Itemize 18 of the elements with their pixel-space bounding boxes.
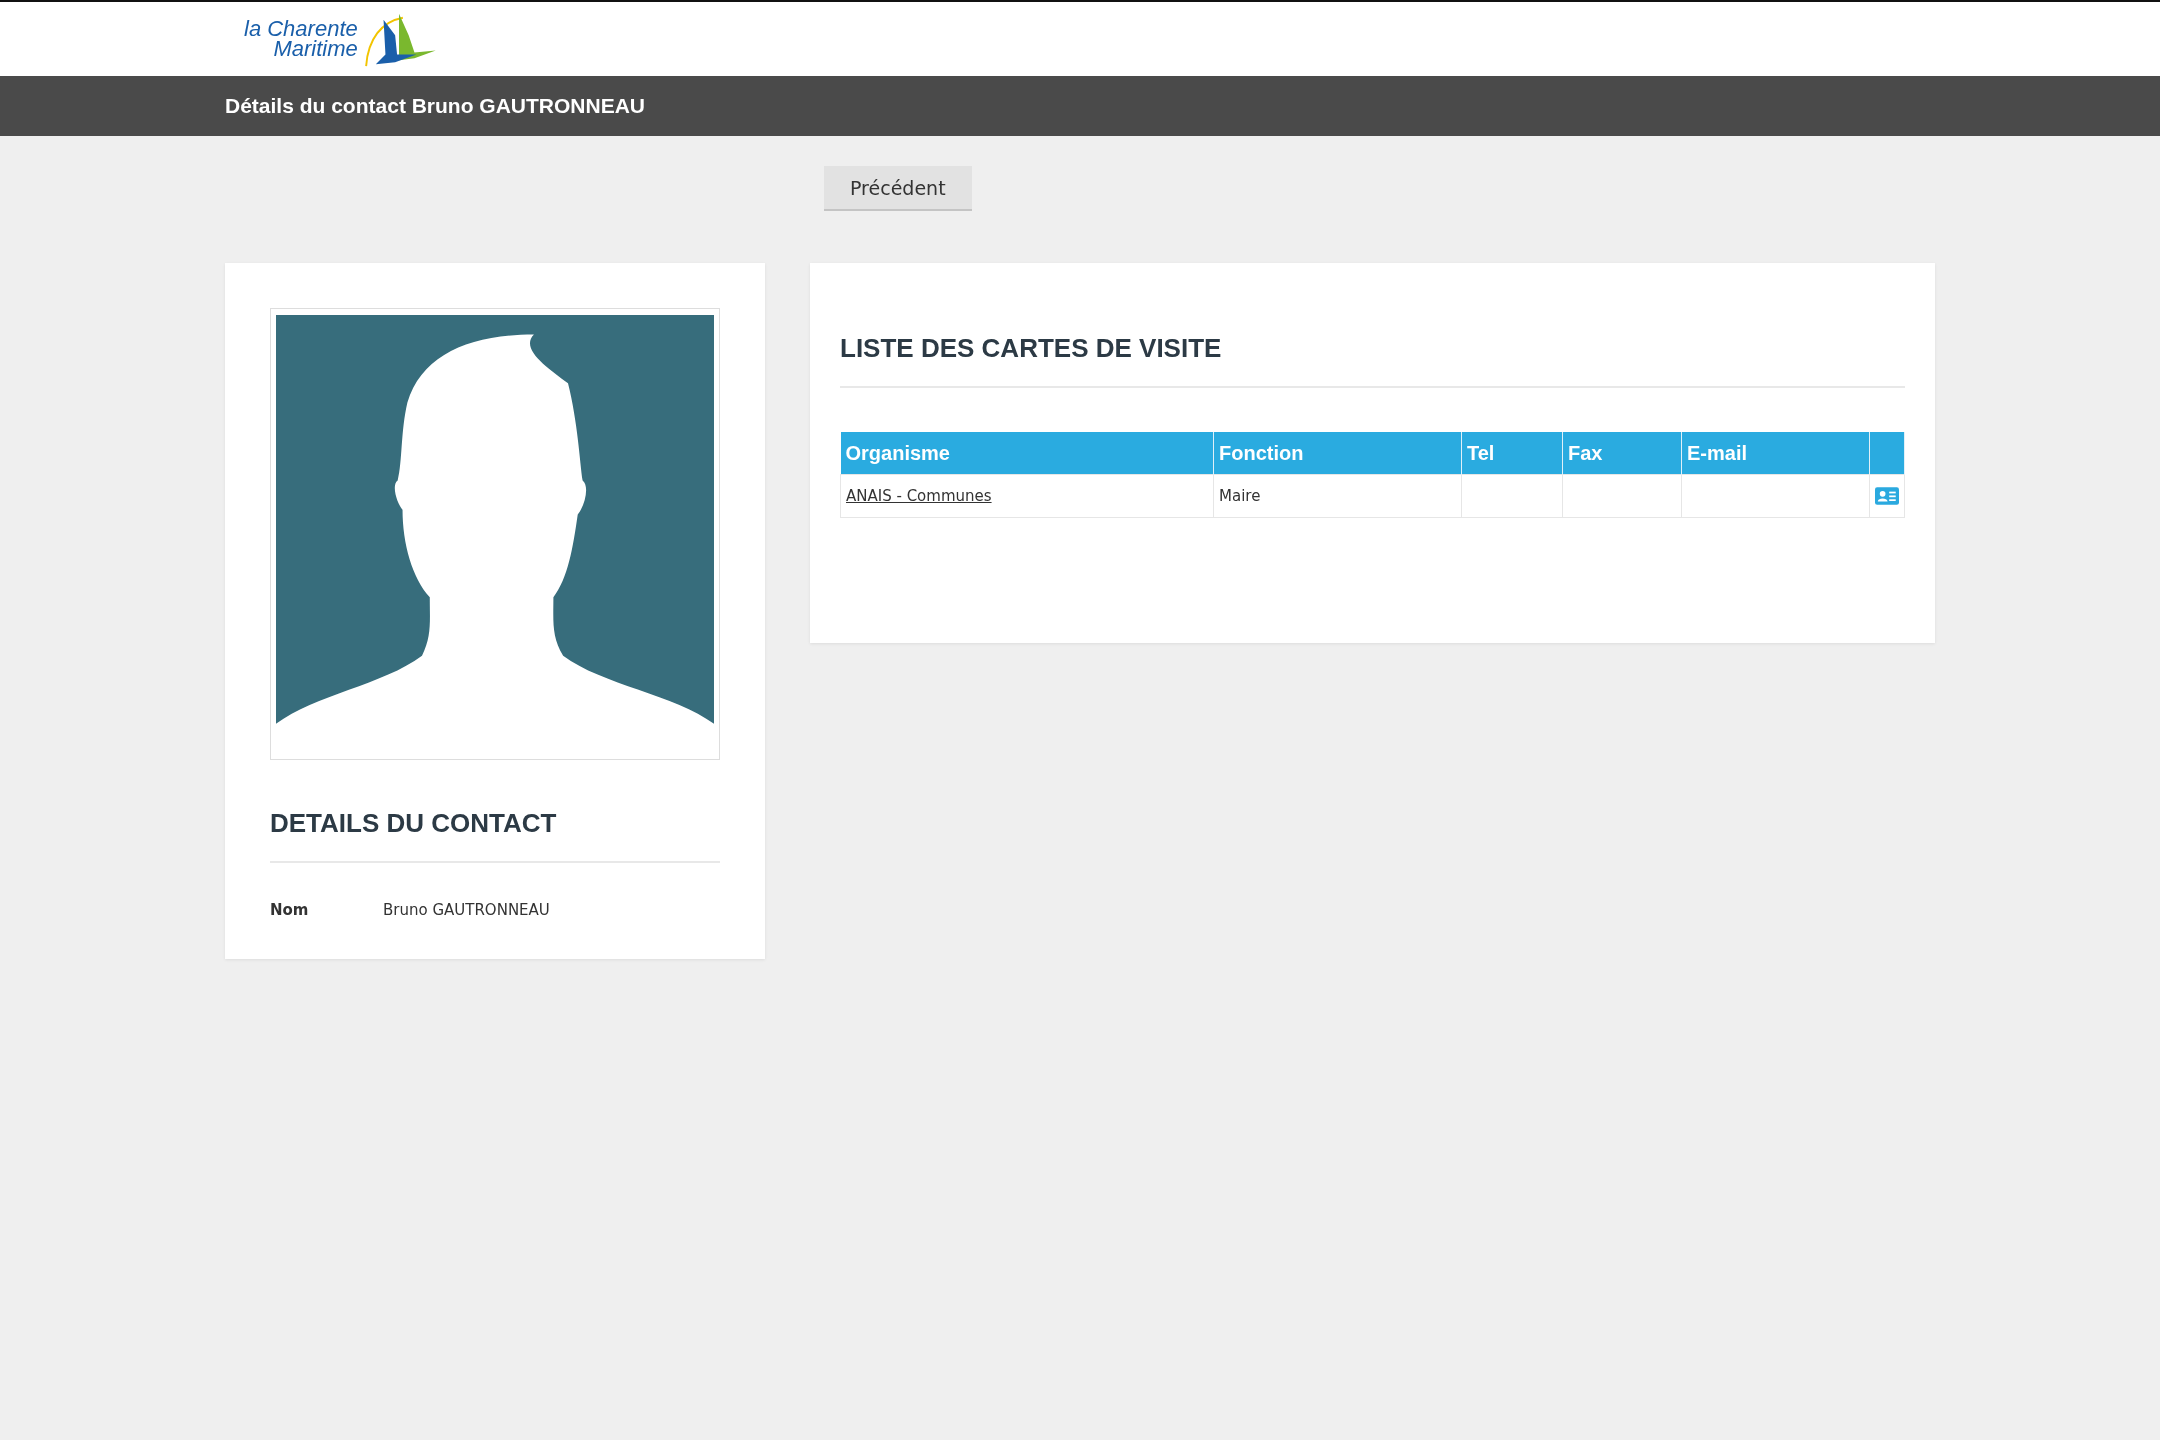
logo-text: Maritime [273,39,358,59]
column-header: E-mail [1681,432,1870,475]
organisation-link[interactable]: ANAIS - Communes [846,487,992,505]
field-label: Nom [270,901,310,919]
section-heading: LISTE DES CARTES DE VISITE [840,333,1905,388]
back-button[interactable]: Précédent [824,166,972,211]
logo-text: la Charente [244,19,358,39]
column-header: Tel [1461,432,1563,475]
section-heading: DETAILS DU CONTACT [270,808,720,863]
contact-card-icon[interactable] [1875,487,1899,506]
column-header: Fax [1562,432,1682,475]
column-header: Organisme [840,432,1214,475]
column-header [1869,432,1905,475]
column-header: Fonction [1213,432,1462,475]
logo[interactable]: la Charente Maritime [244,10,438,68]
page-title: Détails du contact Bruno GAUTRONNEAU [225,94,646,118]
field-value: Bruno GAUTRONNEAU [383,901,550,919]
cell-text: Maire [1219,487,1261,505]
